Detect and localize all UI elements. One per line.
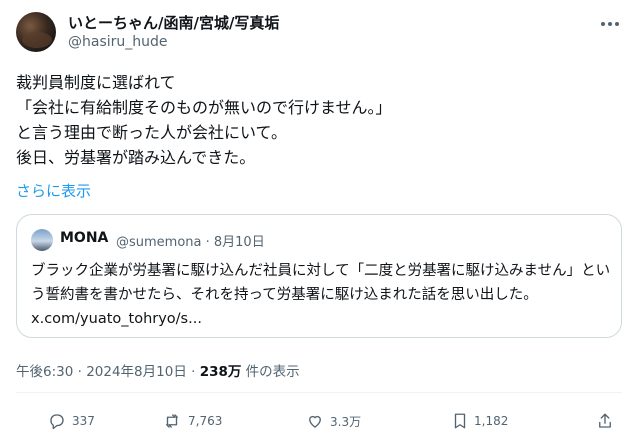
author-avatar[interactable] xyxy=(16,12,56,52)
reply-count: 337 xyxy=(72,414,95,428)
views-count: 238万 xyxy=(199,364,242,380)
quoted-post[interactable]: MONA @sumemona · 8月10日 ブラック企業が労基署に駆け込んだ社… xyxy=(16,214,622,338)
quoted-author-avatar xyxy=(31,229,53,251)
bookmark-icon xyxy=(454,413,466,429)
bookmark-count: 1,182 xyxy=(474,414,509,428)
author-name[interactable]: いとーちゃん/函南/宮城/写真垢 xyxy=(68,12,279,33)
quoted-meta: @sumemona · 8月10日 xyxy=(116,235,265,250)
post-text: 裁判員制度に選ばれて 「会社に有給制度そのものが無いので行けません。」 と言う理… xyxy=(16,73,392,167)
share-icon xyxy=(599,413,611,428)
like-count: 3.3万 xyxy=(330,414,362,429)
reply-button[interactable]: 337 xyxy=(48,412,95,430)
divider xyxy=(16,392,622,393)
like-button[interactable]: 3.3万 xyxy=(306,412,361,430)
repost-count: 7,763 xyxy=(188,414,223,428)
quoted-link[interactable]: x.com/yuato_tohryo/s... xyxy=(31,311,202,327)
timestamp[interactable]: 午後6:30 · 2024年8月10日 · xyxy=(16,364,200,380)
reply-icon xyxy=(50,414,64,430)
show-more-link[interactable]: さらに表示 xyxy=(16,180,91,201)
post-meta: 午後6:30 · 2024年8月10日 · 238万 件の表示 xyxy=(16,360,300,380)
share-button[interactable] xyxy=(596,412,614,430)
repost-icon xyxy=(166,414,178,428)
quoted-text-body: ブラック企業が労基署に駆け込んだ社員に対して「二度と労基署に駆け込みません」とい… xyxy=(31,263,611,303)
more-options-icon[interactable] xyxy=(598,14,622,34)
action-bar: 337 7,763 3.3万 1,182 xyxy=(0,412,640,436)
quoted-author-name: MONA xyxy=(60,230,109,246)
views-label: 件の表示 xyxy=(241,364,300,380)
author-handle[interactable]: @hasiru_hude xyxy=(68,34,168,50)
quoted-text: ブラック企業が労基署に駆け込んだ社員に対して「二度と労基署に駆け込みません」とい… xyxy=(31,259,611,331)
heart-icon xyxy=(309,415,321,428)
bookmark-button[interactable]: 1,182 xyxy=(452,412,508,430)
repost-button[interactable]: 7,763 xyxy=(162,412,222,430)
